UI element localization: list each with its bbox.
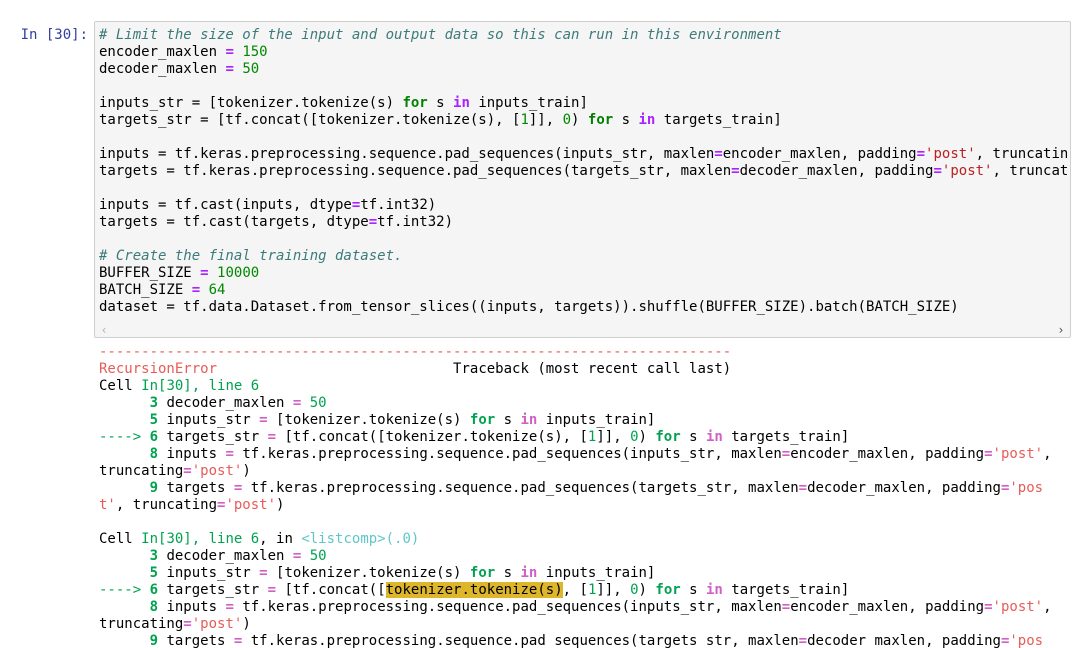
- traceback-current-line: ----> 6 targets_str = [tf.concat([tokeni…: [99, 429, 850, 445]
- traceback-line: 5 inputs_str = [tokenizer.tokenize(s) fo…: [149, 565, 656, 581]
- code-line: targets = tf.cast(targets, dtype=tf.int3…: [99, 214, 454, 230]
- code-line: inputs_str = [tokenizer.tokenize(s) for …: [99, 95, 588, 111]
- traceback-cell-ref: Cell In[30], line 6, in <listcomp>(.0): [99, 531, 420, 547]
- code-line: inputs = tf.cast(inputs, dtype=tf.int32): [99, 197, 437, 213]
- code-line: targets_str = [tf.concat([tokenizer.toke…: [99, 112, 782, 128]
- traceback-line: 3 decoder_maxlen = 50: [149, 395, 327, 411]
- traceback-line: 8 inputs = tf.keras.preprocessing.sequen…: [149, 446, 1052, 462]
- code-cell-editor[interactable]: # Limit the size of the input and output…: [94, 21, 1071, 338]
- code-line: # Create the final training dataset.: [99, 248, 403, 264]
- traceback-line: 5 inputs_str = [tokenizer.tokenize(s) fo…: [149, 412, 656, 428]
- traceback-line: 9 targets = tf.keras.preprocessing.seque…: [149, 633, 1044, 648]
- traceback-separator: ----------------------------------------…: [99, 344, 732, 360]
- highlighted-expression: tokenizer.tokenize(s): [385, 582, 563, 598]
- code-line: inputs = tf.keras.preprocessing.sequence…: [99, 146, 1067, 162]
- horizontal-scrollbar[interactable]: ‹ ›: [95, 323, 1070, 337]
- error-name: RecursionError: [99, 361, 218, 377]
- code-line: encoder_maxlen = 150: [99, 44, 268, 60]
- code-line: BATCH_SIZE = 64: [99, 282, 226, 298]
- scroll-left-arrow-icon[interactable]: ‹: [97, 323, 111, 337]
- cell-prompt: In [30]:: [20, 27, 88, 43]
- traceback-line-wrap: truncating='post'): [99, 616, 251, 632]
- traceback-current-line: ----> 6 targets_str = [tf.concat([tokeni…: [99, 582, 850, 598]
- traceback-header: RecursionError Traceback (most recent ca…: [99, 361, 732, 377]
- traceback-line: 9 targets = tf.keras.preprocessing.seque…: [149, 480, 1044, 496]
- code-line: dataset = tf.data.Dataset.from_tensor_sl…: [99, 299, 959, 315]
- traceback-line-wrap: truncating='post'): [99, 463, 251, 479]
- code-line: BUFFER_SIZE = 10000: [99, 265, 260, 281]
- code-line: decoder_maxlen = 50: [99, 61, 260, 77]
- traceback-line: 3 decoder_maxlen = 50: [149, 548, 327, 564]
- cell-output-traceback: ----------------------------------------…: [99, 344, 1069, 648]
- code-area[interactable]: # Limit the size of the input and output…: [99, 27, 1067, 322]
- code-line: targets = tf.keras.preprocessing.sequenc…: [99, 163, 1067, 179]
- scroll-right-arrow-icon[interactable]: ›: [1054, 323, 1068, 337]
- traceback-line: 8 inputs = tf.keras.preprocessing.sequen…: [149, 599, 1052, 615]
- traceback-line-wrap: t', truncating='post'): [99, 497, 285, 513]
- traceback-cell-ref: Cell In[30], line 6: [99, 378, 260, 394]
- traceback-blank: [99, 514, 1069, 531]
- code-line: # Limit the size of the input and output…: [99, 27, 782, 43]
